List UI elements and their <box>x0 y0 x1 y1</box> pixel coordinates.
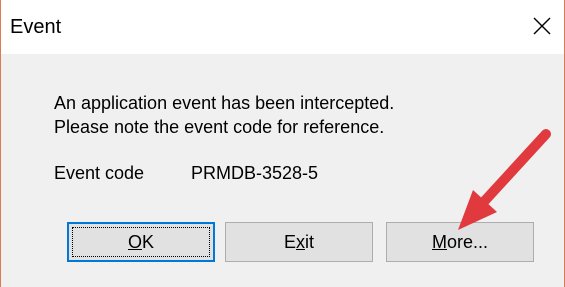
dialog-body: An application event has been intercepte… <box>1 54 564 287</box>
close-button[interactable] <box>524 8 560 44</box>
close-icon <box>533 17 551 35</box>
message-line-1: An application event has been intercepte… <box>54 93 395 113</box>
ok-button[interactable]: OK <box>67 222 215 262</box>
exit-button-label: Exit <box>283 231 314 252</box>
exit-button[interactable]: Exit <box>225 222 373 262</box>
event-dialog: Event An application event has been inte… <box>0 0 565 287</box>
event-code-value: PRMDB-3528-5 <box>191 163 319 183</box>
more-button[interactable]: More... <box>386 222 534 262</box>
ok-button-label: OK <box>127 231 155 252</box>
more-button-label: More... <box>431 231 489 252</box>
event-code-label: Event code <box>54 163 145 183</box>
message-line-2: Please note the event code for reference… <box>54 117 385 137</box>
dialog-title: Event <box>10 16 62 38</box>
title-bar: Event <box>1 0 564 54</box>
